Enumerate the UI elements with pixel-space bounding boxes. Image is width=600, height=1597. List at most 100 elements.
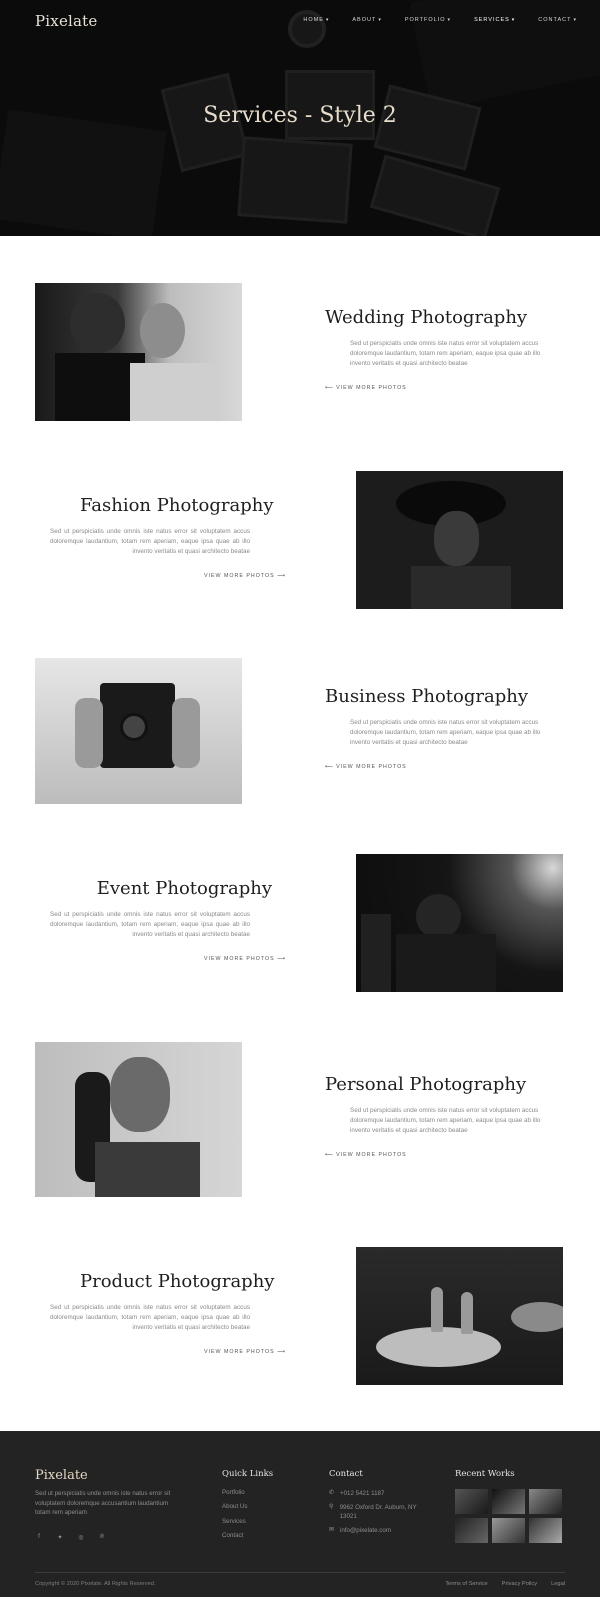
contact-phone: ✆ +012 5421 1187 [329,1489,429,1499]
instagram-icon[interactable]: ◎ [77,1534,85,1541]
envelope-icon: ✉ [329,1526,335,1533]
terms-link[interactable]: Terms of Service [445,1581,487,1587]
link-label: VIEW MORE PHOTOS [336,764,407,770]
footer-link-services[interactable]: Services [222,1518,247,1525]
nav-services[interactable]: SERVICES ▾ [474,17,515,23]
page-title: Services - Style 2 [203,103,397,128]
wedding-couple-image[interactable] [35,283,242,421]
facebook-icon[interactable]: f [35,1534,43,1541]
footer-link-contact[interactable]: Contact [222,1532,247,1539]
chevron-down-icon: ▾ [573,17,577,23]
recent-works-heading: Recent Works [455,1469,515,1479]
service-description: Sed ut perspiciatis unde omnis iste natu… [350,340,541,367]
quick-links-heading: Quick Links [222,1469,274,1479]
chevron-down-icon: ▾ [447,17,452,23]
view-more-photos-link[interactable]: ⟵ VIEW MORE PHOTOS [325,385,407,391]
link-label: VIEW MORE PHOTOS [336,1152,407,1158]
legal-link[interactable]: Legal [551,1581,565,1587]
pinterest-icon[interactable]: ℗ [98,1534,106,1541]
service-title: Wedding Photography [325,307,528,328]
main-nav: HOME ▾ ABOUT ▾ PORTFOLIO ▾ SERVICES ▾ CONTAC… [303,17,600,23]
link-label: VIEW MORE PHOTOS [204,573,275,579]
service-description: Sed ut perspiciatis unde omnis iste natu… [50,528,250,555]
privacy-link[interactable]: Privacy Policy [502,1581,537,1587]
service-wedding: Wedding Photography Sed ut perspiciatis … [0,283,600,421]
social-links: f ✦ ◎ ℗ [35,1534,106,1541]
arrow-right-icon: ⟶ [274,1349,286,1355]
view-more-photos-link[interactable]: VIEW MORE PHOTOS ⟶ [204,1349,286,1355]
phone-text: +012 5421 1187 [340,1490,385,1497]
recent-work-thumbnail[interactable] [529,1489,562,1514]
recent-work-thumbnail[interactable] [492,1489,525,1514]
chevron-down-icon: ▾ [378,17,382,23]
recent-works-grid [455,1489,563,1543]
email-text[interactable]: info@pixelate.com [340,1526,391,1536]
link-label: VIEW MORE PHOTOS [204,1349,275,1355]
footer-link-about[interactable]: About Us [222,1503,247,1510]
link-label: VIEW MORE PHOTOS [336,385,407,391]
footer-divider [35,1572,565,1573]
nav-home-label: HOME [303,17,324,23]
arrow-left-icon: ⟵ [325,385,337,391]
nav-portfolio-label: PORTFOLIO [404,17,446,23]
contact-heading: Contact [329,1469,363,1479]
address-text: 9962 Oxford Dr. Auburn, NY 13021 [339,1503,417,1521]
phone-icon: ✆ [329,1490,335,1496]
service-title: Fashion Photography [80,495,274,516]
nav-about[interactable]: ABOUT ▾ [352,17,381,23]
footer-link-portfolio[interactable]: Portfolio [222,1489,247,1496]
portrait-woman-image[interactable] [35,1042,242,1197]
site-footer: Pixelate Sed ut perspiciatis unde omnis … [0,1431,600,1597]
arrow-left-icon: ⟵ [325,1152,337,1158]
contact-info: ✆ +012 5421 1187 ⚲ 9962 Oxford Dr. Auburn,… [329,1489,429,1539]
arrow-right-icon: ⟶ [274,573,286,579]
view-more-photos-link[interactable]: VIEW MORE PHOTOS ⟶ [204,956,286,962]
view-more-photos-link[interactable]: VIEW MORE PHOTOS ⟶ [204,573,286,579]
contact-email: ✉ info@pixelate.com [329,1526,429,1536]
nav-contact-label: CONTACT [538,17,572,23]
legal-links: Terms of Service Privacy Policy Legal [445,1581,565,1587]
view-more-photos-link[interactable]: ⟵ VIEW MORE PHOTOS [325,764,407,770]
nav-services-label: SERVICES [474,17,510,23]
service-product: Product Photography Sed ut perspiciatis … [0,1247,600,1385]
footer-about-text: Sed ut perspiciatis unde omnis iste natu… [35,1490,171,1516]
chevron-down-icon: ▾ [511,17,516,23]
dining-table-image[interactable] [356,1247,563,1385]
recent-work-thumbnail[interactable] [455,1518,488,1543]
contact-address: ⚲ 9962 Oxford Dr. Auburn, NY 13021 [329,1503,429,1522]
camera-image[interactable] [35,658,242,804]
service-event: Event Photography Sed ut perspiciatis un… [0,854,600,992]
nav-portfolio[interactable]: PORTFOLIO ▾ [405,17,451,23]
site-logo[interactable]: Pixelate [35,12,97,30]
location-pin-icon: ⚲ [329,1503,334,1510]
service-title: Personal Photography [325,1074,527,1095]
copyright-text: Copyright © 2020 Pixelate. All Rights Re… [35,1581,156,1587]
nav-contact[interactable]: CONTACT ▾ [538,17,577,23]
service-fashion: Fashion Photography Sed ut perspiciatis … [0,471,600,609]
link-label: VIEW MORE PHOTOS [204,956,275,962]
service-business: Business Photography Sed ut perspiciatis… [0,658,600,804]
concert-crowd-image[interactable] [356,854,563,992]
footer-logo[interactable]: Pixelate [35,1468,88,1483]
service-title: Event Photography [96,878,272,899]
view-more-photos-link[interactable]: ⟵ VIEW MORE PHOTOS [325,1152,407,1158]
nav-home[interactable]: HOME ▾ [303,17,329,23]
service-personal: Personal Photography Sed ut perspiciatis… [0,1042,600,1197]
quick-links-list: Portfolio About Us Services Contact [222,1489,247,1547]
recent-work-thumbnail[interactable] [529,1518,562,1543]
service-description: Sed ut perspiciatis unde omnis iste natu… [50,911,250,938]
fashion-model-image[interactable] [356,471,563,609]
service-description: Sed ut perspiciatis unde omnis iste natu… [350,719,541,746]
service-title: Business Photography [325,686,529,707]
chevron-down-icon: ▾ [325,17,330,23]
recent-work-thumbnail[interactable] [455,1489,488,1514]
hero-banner: Pixelate HOME ▾ ABOUT ▾ PORTFOLIO ▾ SERVICE… [0,0,600,236]
nav-about-label: ABOUT [352,17,377,23]
twitter-icon[interactable]: ✦ [56,1534,64,1541]
service-description: Sed ut perspiciatis unde omnis iste natu… [50,1304,250,1331]
service-description: Sed ut perspiciatis unde omnis iste natu… [350,1107,541,1134]
service-title: Product Photography [80,1271,275,1292]
recent-work-thumbnail[interactable] [492,1518,525,1543]
arrow-right-icon: ⟶ [274,956,286,962]
arrow-left-icon: ⟵ [325,764,337,770]
